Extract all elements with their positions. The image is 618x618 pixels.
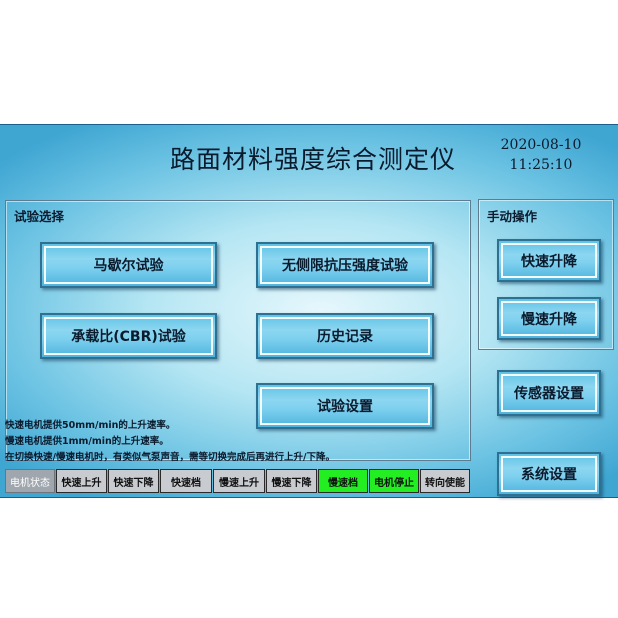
sensor-settings-button[interactable]: 传感器设置 bbox=[497, 370, 601, 416]
slow-lift-button[interactable]: 慢速升降 bbox=[497, 297, 601, 340]
test-settings-button[interactable]: 试验设置 bbox=[256, 383, 434, 429]
status-fast-up: 快速上升 bbox=[56, 469, 107, 493]
test-selection-label: 试验选择 bbox=[14, 209, 65, 224]
datetime-display: 2020-08-10 11:25:10 bbox=[486, 135, 596, 175]
status-steering-enable: 转向使能 bbox=[420, 469, 470, 493]
motor-status-bar: 电机状态 快速上升 快速下降 快速档 慢速上升 慢速下降 慢速档 电机停止 转向… bbox=[5, 469, 471, 493]
status-motor-stop: 电机停止 bbox=[369, 469, 419, 493]
info-fast-motor: 快速电机提供50mm/min的上升速率。 bbox=[5, 420, 176, 431]
status-fast-down: 快速下降 bbox=[108, 469, 159, 493]
motor-status-label: 电机状态 bbox=[5, 469, 55, 493]
time-display: 11:25:10 bbox=[509, 157, 573, 173]
info-switch-note: 在切换快速/慢速电机时，有类似气泵声音，需等切换完成后再进行上升/下降。 bbox=[5, 452, 335, 463]
history-records-button[interactable]: 历史记录 bbox=[256, 313, 434, 359]
unconfined-compression-test-button[interactable]: 无侧限抗压强度试验 bbox=[256, 242, 434, 288]
cbr-test-button[interactable]: 承载比(CBR)试验 bbox=[40, 313, 217, 359]
date-display: 2020-08-10 bbox=[500, 137, 582, 153]
system-settings-button[interactable]: 系统设置 bbox=[497, 452, 601, 496]
fast-lift-button[interactable]: 快速升降 bbox=[497, 239, 601, 282]
status-slow-gear: 慢速档 bbox=[318, 469, 368, 493]
status-slow-up: 慢速上升 bbox=[213, 469, 265, 493]
marshall-test-button[interactable]: 马歇尔试验 bbox=[40, 242, 217, 288]
status-fast-gear: 快速档 bbox=[160, 469, 212, 493]
status-slow-down: 慢速下降 bbox=[266, 469, 317, 493]
manual-operation-label: 手动操作 bbox=[487, 209, 538, 224]
info-slow-motor: 慢速电机提供1mm/min的上升速率。 bbox=[5, 436, 169, 447]
